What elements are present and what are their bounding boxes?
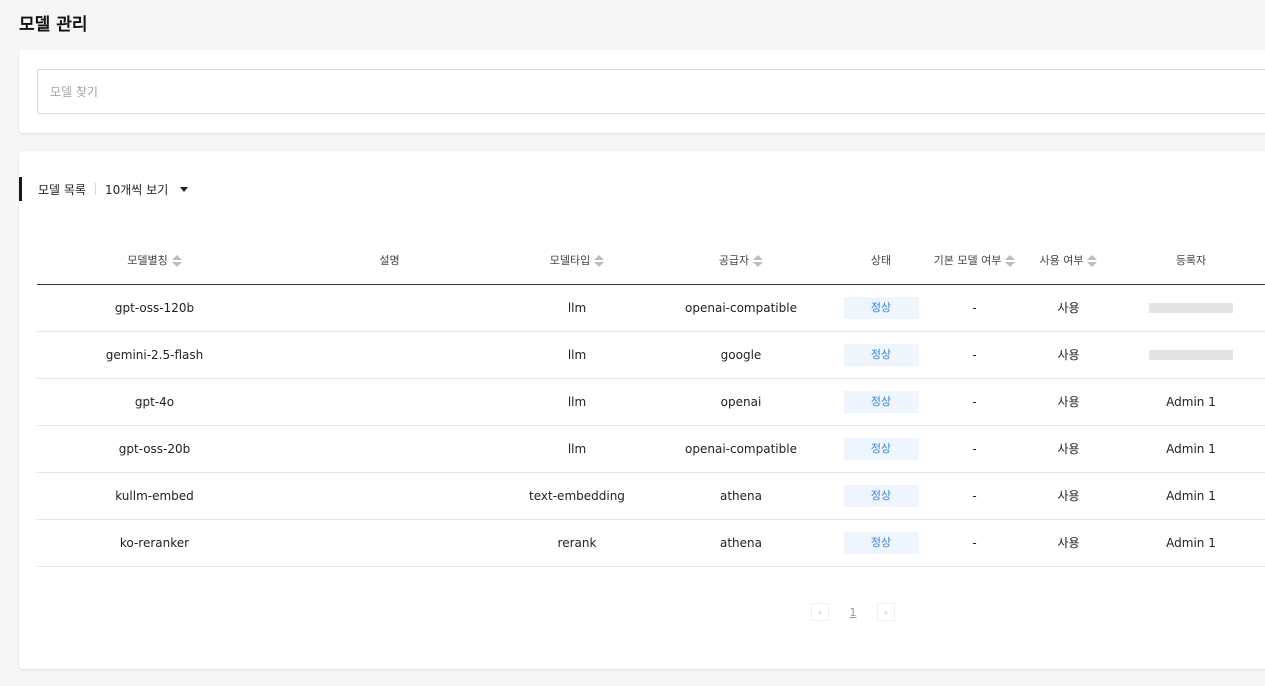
status-badge: 정상 <box>843 437 919 460</box>
cell-in-use: 사용 <box>1022 519 1115 567</box>
status-badge: 정상 <box>843 343 919 366</box>
accent-bar <box>19 177 22 201</box>
cell-provider: openai-compatible <box>647 425 835 473</box>
cell-description <box>272 519 507 567</box>
search-input[interactable] <box>37 69 1265 114</box>
status-badge: 정상 <box>843 484 919 507</box>
caret-down-icon <box>180 186 189 192</box>
cell-status: 정상 <box>835 284 927 332</box>
column-header-provider[interactable]: 공급자 <box>647 237 835 285</box>
column-header-description: 설명 <box>272 237 507 285</box>
pagination: ‹ 1 › <box>811 603 895 621</box>
cell-alias: gpt-oss-20b <box>37 425 272 473</box>
cell-status: 정상 <box>835 519 927 567</box>
cell-description <box>272 472 507 520</box>
cell-default: - <box>927 378 1022 426</box>
table-row[interactable]: gemini-2.5-flash llm google 정상 - 사용 <box>37 331 1265 379</box>
sort-icon[interactable] <box>1005 254 1016 268</box>
cell-type: llm <box>507 331 647 379</box>
cell-type: llm <box>507 378 647 426</box>
cell-description <box>272 284 507 332</box>
page-size-label: 10개씩 보기 <box>104 182 169 197</box>
table-row[interactable]: kullm-embed text-embedding athena 정상 - 사… <box>37 472 1265 520</box>
status-badge: 정상 <box>843 531 919 554</box>
cell-type: rerank <box>507 519 647 567</box>
cell-provider: athena <box>647 519 835 567</box>
cell-status: 정상 <box>835 425 927 473</box>
column-header-status: 상태 <box>835 237 927 285</box>
cell-registrant: Admin 1 <box>1115 425 1265 473</box>
cell-description <box>272 378 507 426</box>
page-number-current[interactable]: 1 <box>839 606 867 619</box>
table-row[interactable]: gpt-oss-120b llm openai-compatible 정상 - … <box>37 284 1265 332</box>
sort-icon[interactable] <box>1087 254 1098 268</box>
cell-in-use: 사용 <box>1022 378 1115 426</box>
cell-description <box>272 331 507 379</box>
cell-provider: openai <box>647 378 835 426</box>
table-header-row: 모델별칭 설명 모델타입 공급자 상태 기본 모델 여부 사용 여부 등록자 <box>37 237 1265 285</box>
cell-registrant: Admin 1 <box>1115 519 1265 567</box>
status-badge: 정상 <box>843 296 919 319</box>
cell-default: - <box>927 425 1022 473</box>
redacted-registrant <box>1149 303 1233 313</box>
cell-default: - <box>927 331 1022 379</box>
redacted-registrant <box>1149 350 1233 360</box>
cell-registrant <box>1115 331 1265 379</box>
column-header-in-use[interactable]: 사용 여부 <box>1022 237 1115 285</box>
search-card <box>19 50 1265 133</box>
cell-alias: kullm-embed <box>37 472 272 520</box>
page-size-dropdown[interactable]: 10개씩 보기 <box>104 181 189 198</box>
cell-alias: ko-reranker <box>37 519 272 567</box>
cell-status: 정상 <box>835 472 927 520</box>
divider <box>94 183 96 195</box>
sort-icon[interactable] <box>753 254 764 268</box>
cell-alias: gpt-oss-120b <box>37 284 272 332</box>
column-header-registrant: 등록자 <box>1115 237 1265 285</box>
model-list-card: 모델 목록 10개씩 보기 모델별칭 설명 모델타입 공급자 상태 기본 모델 … <box>19 151 1265 669</box>
table-row[interactable]: gpt-4o llm openai 정상 - 사용 Admin 1 <box>37 378 1265 426</box>
page-title: 모델 관리 <box>19 15 88 35</box>
cell-default: - <box>927 284 1022 332</box>
column-header-default[interactable]: 기본 모델 여부 <box>927 237 1022 285</box>
cell-registrant <box>1115 284 1265 332</box>
cell-default: - <box>927 519 1022 567</box>
cell-type: text-embedding <box>507 472 647 520</box>
chevron-left-icon[interactable]: ‹ <box>811 603 829 621</box>
column-header-alias[interactable]: 모델별칭 <box>37 237 272 285</box>
cell-provider: athena <box>647 472 835 520</box>
table-row[interactable]: ko-reranker rerank athena 정상 - 사용 Admin … <box>37 519 1265 567</box>
cell-type: llm <box>507 425 647 473</box>
cell-registrant: Admin 1 <box>1115 472 1265 520</box>
cell-registrant: Admin 1 <box>1115 378 1265 426</box>
cell-default: - <box>927 472 1022 520</box>
sort-icon[interactable] <box>594 254 605 268</box>
cell-alias: gemini-2.5-flash <box>37 331 272 379</box>
cell-status: 정상 <box>835 331 927 379</box>
cell-in-use: 사용 <box>1022 284 1115 332</box>
list-title: 모델 목록 <box>38 182 86 197</box>
cell-type: llm <box>507 284 647 332</box>
cell-in-use: 사용 <box>1022 331 1115 379</box>
model-table: 모델별칭 설명 모델타입 공급자 상태 기본 모델 여부 사용 여부 등록자 g… <box>37 237 1265 567</box>
sort-icon[interactable] <box>171 254 182 268</box>
cell-provider: openai-compatible <box>647 284 835 332</box>
chevron-right-icon[interactable]: › <box>877 603 895 621</box>
cell-provider: google <box>647 331 835 379</box>
cell-status: 정상 <box>835 378 927 426</box>
cell-description <box>272 425 507 473</box>
cell-in-use: 사용 <box>1022 425 1115 473</box>
cell-in-use: 사용 <box>1022 472 1115 520</box>
table-row[interactable]: gpt-oss-20b llm openai-compatible 정상 - 사… <box>37 425 1265 473</box>
status-badge: 정상 <box>843 390 919 413</box>
cell-alias: gpt-4o <box>37 378 272 426</box>
list-header: 모델 목록 10개씩 보기 <box>19 177 189 201</box>
column-header-type[interactable]: 모델타입 <box>507 237 647 285</box>
